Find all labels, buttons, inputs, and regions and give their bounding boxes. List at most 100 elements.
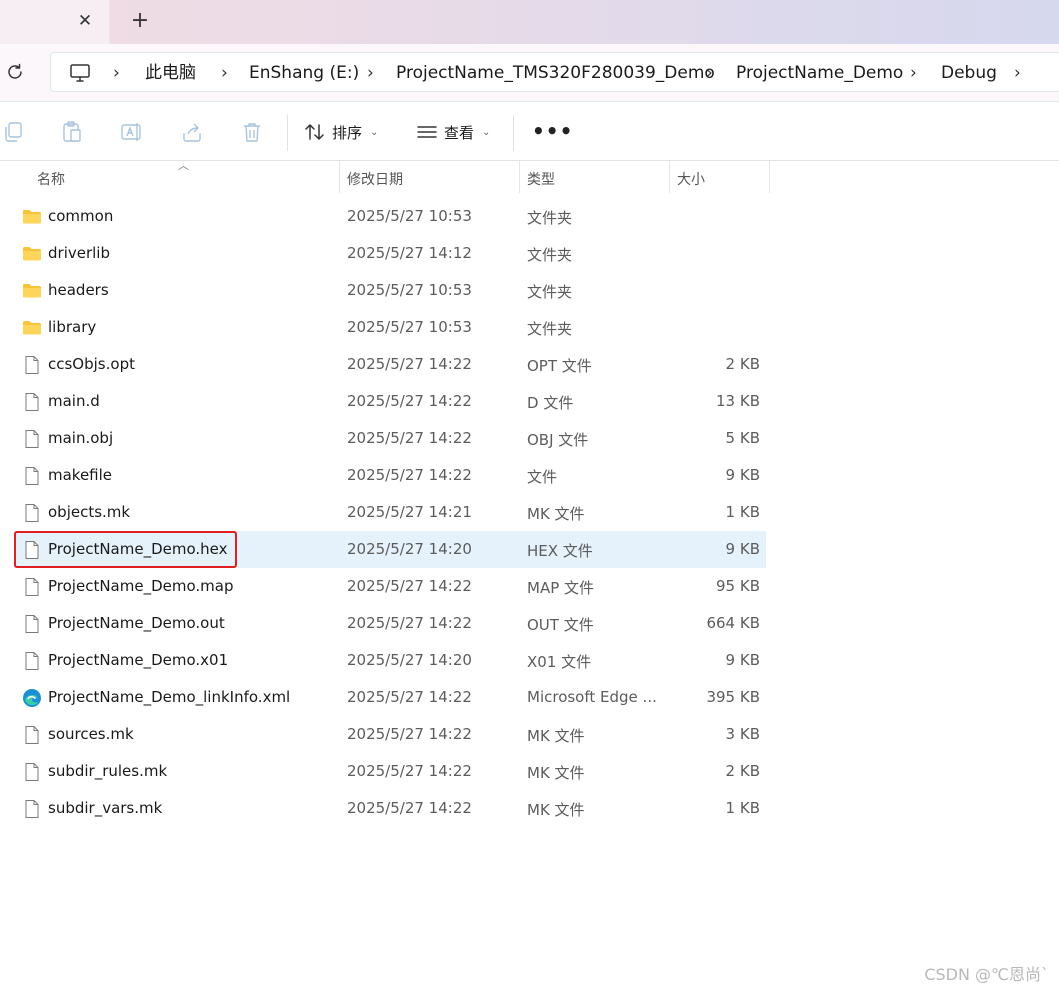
- copy-icon[interactable]: [2, 121, 26, 143]
- file-modified: 2025/5/27 14:22: [347, 429, 472, 447]
- file-type: 文件: [527, 468, 558, 486]
- file-row[interactable]: makefile 2025/5/27 14:22 文件 9 KB: [14, 457, 766, 494]
- file-modified: 2025/5/27 14:22: [347, 392, 472, 410]
- address-bar[interactable]: › 此电脑 › EnShang (E:) › ProjectName_TMS32…: [50, 52, 1059, 92]
- breadcrumb-chevron-icon[interactable]: ›: [1014, 63, 1021, 83]
- command-separator: [513, 115, 514, 151]
- close-tab-icon[interactable]: ✕: [74, 10, 96, 32]
- view-label: 查看: [444, 123, 475, 142]
- breadcrumb-this-pc[interactable]: 此电脑: [145, 63, 196, 83]
- file-row[interactable]: ProjectName_Demo_linkInfo.xml 2025/5/27 1…: [14, 679, 766, 716]
- file-icon: [22, 392, 42, 412]
- file-row[interactable]: ProjectName_Demo.x01 2025/5/27 14:20 X01 文…: [14, 642, 766, 679]
- file-modified: 2025/5/27 10:53: [347, 318, 472, 336]
- file-modified: 2025/5/27 14:22: [347, 725, 472, 743]
- file-name: driverlib: [48, 244, 110, 262]
- command-separator: [287, 115, 288, 151]
- file-name: ProjectName_Demo.out: [48, 614, 225, 632]
- refresh-icon[interactable]: [4, 61, 26, 83]
- file-size: 3 KB: [725, 725, 760, 743]
- file-icon: [22, 577, 42, 597]
- file-name: objects.mk: [48, 503, 131, 521]
- chevron-down-icon: ⌄: [482, 126, 491, 138]
- file-name: ccsObjs.opt: [48, 355, 135, 373]
- file-type: X01 文件: [527, 653, 592, 671]
- command-bar: 排序 ⌄ 查看 ⌄ •••: [0, 103, 1059, 161]
- file-row[interactable]: subdir_vars.mk 2025/5/27 14:22 MK 文件 1 KB: [14, 790, 766, 827]
- file-row[interactable]: driverlib 2025/5/27 14:12 文件夹: [14, 235, 766, 272]
- folder-icon: [22, 281, 42, 301]
- file-icon: [22, 725, 42, 745]
- file-type: 文件夹: [527, 246, 573, 264]
- sort-icon: [305, 124, 324, 140]
- file-row[interactable]: ccsObjs.opt 2025/5/27 14:22 OPT 文件 2 KB: [14, 346, 766, 383]
- file-modified: 2025/5/27 14:22: [347, 762, 472, 780]
- breadcrumb-chevron-icon[interactable]: ›: [367, 63, 374, 83]
- column-type[interactable]: 类型: [527, 169, 555, 189]
- file-modified: 2025/5/27 14:22: [347, 355, 472, 373]
- file-size: 2 KB: [725, 762, 760, 780]
- file-size: 1 KB: [725, 799, 760, 817]
- file-type: D 文件: [527, 394, 574, 412]
- file-type: 文件夹: [527, 283, 573, 301]
- file-name: headers: [48, 281, 109, 299]
- this-pc-icon[interactable]: [69, 63, 91, 83]
- file-row[interactable]: library 2025/5/27 10:53 文件夹: [14, 309, 766, 346]
- column-name[interactable]: 名称: [37, 169, 65, 189]
- column-size[interactable]: 大小: [677, 169, 705, 189]
- file-size: 395 KB: [706, 688, 760, 706]
- breadcrumb-debug[interactable]: Debug: [941, 63, 997, 83]
- title-bar: ✕ +: [0, 0, 1059, 44]
- file-row[interactable]: ProjectName_Demo.map 2025/5/27 14:22 MAP 文…: [14, 568, 766, 605]
- breadcrumb-subproject[interactable]: ProjectName_Demo: [736, 63, 903, 83]
- breadcrumb-chevron-icon[interactable]: ›: [113, 63, 120, 83]
- file-row[interactable]: headers 2025/5/27 10:53 文件夹: [14, 272, 766, 309]
- file-name: subdir_rules.mk: [48, 762, 168, 780]
- column-divider[interactable]: [519, 161, 520, 193]
- view-button[interactable]: 查看 ⌄: [416, 119, 490, 145]
- file-modified: 2025/5/27 14:22: [347, 577, 472, 595]
- delete-icon[interactable]: [240, 121, 264, 143]
- file-size: 13 KB: [716, 392, 760, 410]
- file-name: common: [48, 207, 114, 225]
- breadcrumb-project[interactable]: ProjectName_TMS320F280039_Demo: [396, 63, 715, 83]
- file-name: main.d: [48, 392, 100, 410]
- folder-icon: [22, 207, 42, 227]
- column-modified[interactable]: 修改日期: [347, 169, 403, 189]
- file-row[interactable]: common 2025/5/27 10:53 文件夹: [14, 198, 766, 235]
- file-size: 9 KB: [725, 540, 760, 558]
- paste-icon[interactable]: [60, 121, 84, 143]
- file-type: Microsoft Edge ...: [527, 688, 657, 706]
- file-name: subdir_vars.mk: [48, 799, 163, 817]
- more-options-button[interactable]: •••: [532, 121, 573, 141]
- sort-button[interactable]: 排序 ⌄: [304, 119, 378, 145]
- file-row[interactable]: sources.mk 2025/5/27 14:22 MK 文件 3 KB: [14, 716, 766, 753]
- watermark: CSDN @℃恩尚`: [924, 965, 1049, 984]
- breadcrumb-drive[interactable]: EnShang (E:): [249, 63, 359, 83]
- rename-icon[interactable]: [120, 121, 144, 143]
- file-modified: 2025/5/27 14:22: [347, 614, 472, 632]
- file-icon: [22, 651, 42, 671]
- file-row[interactable]: objects.mk 2025/5/27 14:21 MK 文件 1 KB: [14, 494, 766, 531]
- edge-icon: [22, 688, 42, 708]
- breadcrumb-chevron-icon[interactable]: ›: [706, 63, 713, 83]
- active-tab[interactable]: ✕: [0, 0, 110, 44]
- file-size: 95 KB: [716, 577, 760, 595]
- file-type: MK 文件: [527, 505, 585, 523]
- file-row[interactable]: ProjectName_Demo.out 2025/5/27 14:22 OUT 文…: [14, 605, 766, 642]
- column-divider[interactable]: [669, 161, 670, 193]
- column-divider[interactable]: [339, 161, 340, 193]
- file-size: 2 KB: [725, 355, 760, 373]
- breadcrumb-chevron-icon[interactable]: ›: [910, 63, 917, 83]
- folder-icon: [22, 318, 42, 338]
- breadcrumb-chevron-icon[interactable]: ›: [221, 63, 228, 83]
- file-row[interactable]: ProjectName_Demo.hex 2025/5/27 14:20 HEX 文…: [14, 531, 766, 568]
- folder-icon: [22, 244, 42, 264]
- share-icon[interactable]: [180, 121, 204, 143]
- new-tab-icon[interactable]: +: [130, 10, 150, 32]
- file-row[interactable]: main.obj 2025/5/27 14:22 OBJ 文件 5 KB: [14, 420, 766, 457]
- file-row[interactable]: subdir_rules.mk 2025/5/27 14:22 MK 文件 2 KB: [14, 753, 766, 790]
- file-row[interactable]: main.d 2025/5/27 14:22 D 文件 13 KB: [14, 383, 766, 420]
- file-icon: [22, 540, 42, 560]
- column-divider[interactable]: [769, 161, 770, 193]
